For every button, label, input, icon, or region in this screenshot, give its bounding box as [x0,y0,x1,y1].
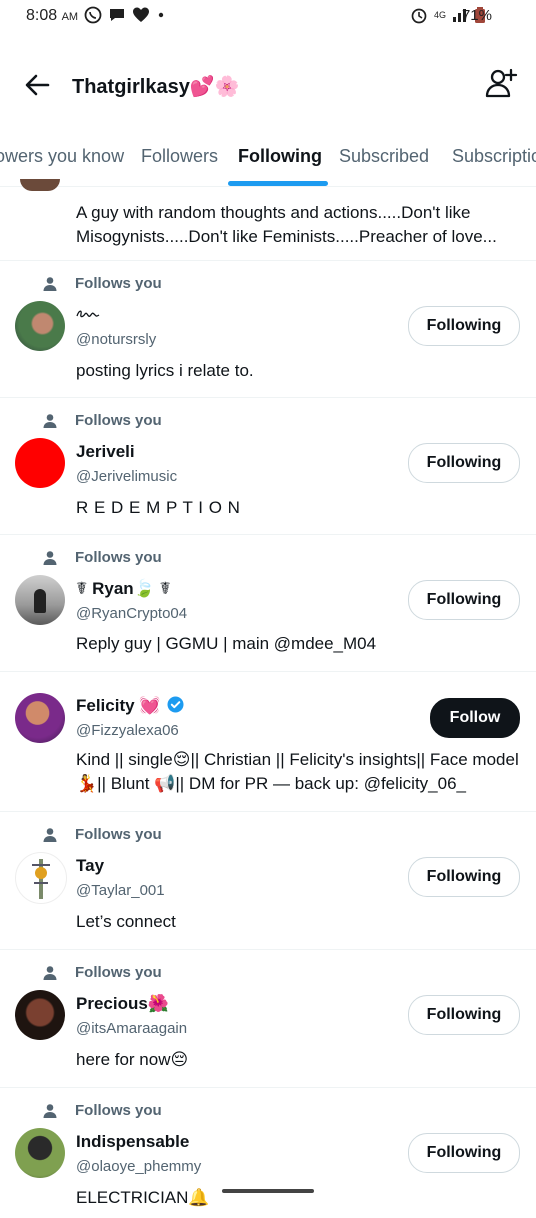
heart-icon [133,7,149,22]
following-list: A guy with random thoughts and actions..… [0,179,536,1218]
user-name: Felicity 💓 [76,696,184,716]
tab-indicator [228,181,328,186]
user-handle: @Taylar_001 [76,882,165,899]
following-button[interactable]: Following [408,306,520,346]
chat-icon [110,9,124,21]
avatar[interactable] [15,1128,65,1178]
whatsapp-icon [84,6,102,24]
tab-subscribed[interactable]: Subscribed [339,146,429,167]
list-item[interactable]: Follows you Indispensable @olaoye_phemmy… [0,1088,536,1218]
user-name: Precious🌺 [76,994,169,1013]
alarm-icon [411,8,427,24]
user-bio: Let’s connect [76,912,176,931]
follows-you-indicator: Follows you [42,275,162,292]
verified-badge-icon [167,696,184,713]
user-handle: @olaoye_phemmy [76,1158,202,1175]
avatar-emblem-icon [32,859,50,899]
avatar[interactable] [15,438,65,488]
user-bio: here for now😔 [76,1050,189,1069]
user-name-text: Felicity 💓 [76,696,161,715]
tab-followers-you-know[interactable]: Followers you know [0,146,124,167]
notification-icons [84,6,166,24]
add-user-button[interactable] [484,66,518,100]
network-label: 4G [433,10,446,20]
follows-you-label: Follows you [75,964,162,981]
follows-you-indicator: Follows you [42,964,162,981]
user-name: Tay [76,856,105,875]
follows-you-label: Follows you [75,549,162,566]
user-bio: Reply guy | GGMU | main @mdee_M04 [76,634,377,653]
follows-you-indicator: Follows you [42,412,162,429]
user-name: Indispensable [76,1132,190,1151]
dot-icon [158,12,164,18]
following-button[interactable]: Following [408,1133,520,1173]
battery-percentage: 71% [461,7,492,24]
user-name: ☤ Ryan🍃 ☤ [76,579,171,598]
follows-you-indicator: Follows you [42,1102,162,1119]
follows-you-label: Follows you [75,1102,162,1119]
avatar[interactable] [15,575,65,625]
signature-icon [76,310,100,318]
tab-bar: Followers you know Followers Following S… [0,130,536,187]
following-button[interactable]: Following [408,443,520,483]
list-item[interactable]: Follows you Jeriveli @Jerivelimusic R E … [0,398,536,535]
following-button[interactable]: Following [408,580,520,620]
person-icon [43,827,57,842]
back-button[interactable] [20,68,54,102]
user-name [76,305,100,325]
list-item[interactable]: Felicity 💓 @Fizzyalexa06 Kind || single😌… [0,672,536,812]
user-handle: @itsAmaraagain [76,1020,188,1037]
follows-you-indicator: Follows you [42,549,162,566]
avatar [20,179,60,191]
user-bio: posting lyrics i relate to. [76,361,254,380]
tab-following[interactable]: Following [238,146,322,167]
follows-you-indicator: Follows you [42,826,162,843]
user-handle: @notursrsly [76,331,157,348]
person-icon [43,1103,57,1118]
home-indicator[interactable] [222,1189,314,1193]
person-icon [43,413,57,428]
user-bio: A guy with random thoughts and actions..… [76,203,497,246]
tab-followers[interactable]: Followers [141,146,218,167]
list-item[interactable]: Follows you Precious🌺 @itsAmaraagain her… [0,950,536,1088]
tab-subscriptions[interactable]: Subscriptions [452,146,536,167]
following-button[interactable]: Following [408,857,520,897]
following-button[interactable]: Following [408,995,520,1035]
back-arrow-icon [25,74,50,96]
user-name: Jeriveli [76,442,135,461]
follows-you-label: Follows you [75,412,162,429]
status-time: 8:08 AM [26,7,79,24]
list-item[interactable]: Follows you Tay @Taylar_001 Let’s connec… [0,812,536,950]
avatar[interactable] [15,301,65,351]
user-bio: Kind || single😌|| Christian || Felicity'… [76,750,519,793]
user-handle: @RyanCrypto04 [76,605,188,622]
status-bar: 8:08 AM 4G 71% [0,0,536,34]
page-title: Thatgirlkasy💕🌸 [72,76,240,98]
person-icon [43,276,57,291]
follows-you-label: Follows you [75,826,162,843]
follows-you-label: Follows you [75,275,162,292]
avatar[interactable] [15,990,65,1040]
profile-header: Thatgirlkasy💕🌸 [0,54,536,118]
add-user-icon [485,68,518,98]
user-bio: R E D E M P T I O N [76,498,241,517]
user-handle: @Jerivelimusic [76,468,178,485]
list-item[interactable]: A guy with random thoughts and actions..… [0,179,536,261]
list-item[interactable]: Follows you @notursrsly posting lyrics i… [0,261,536,398]
follow-button[interactable]: Follow [430,698,520,738]
list-item[interactable]: Follows you ☤ Ryan🍃 ☤ @RyanCrypto04 Repl… [0,535,536,672]
person-icon [43,965,57,980]
user-handle: @Fizzyalexa06 [76,722,179,739]
avatar[interactable] [15,693,65,743]
person-icon [43,550,57,565]
avatar[interactable] [15,852,67,904]
avatar-figure [34,589,46,613]
